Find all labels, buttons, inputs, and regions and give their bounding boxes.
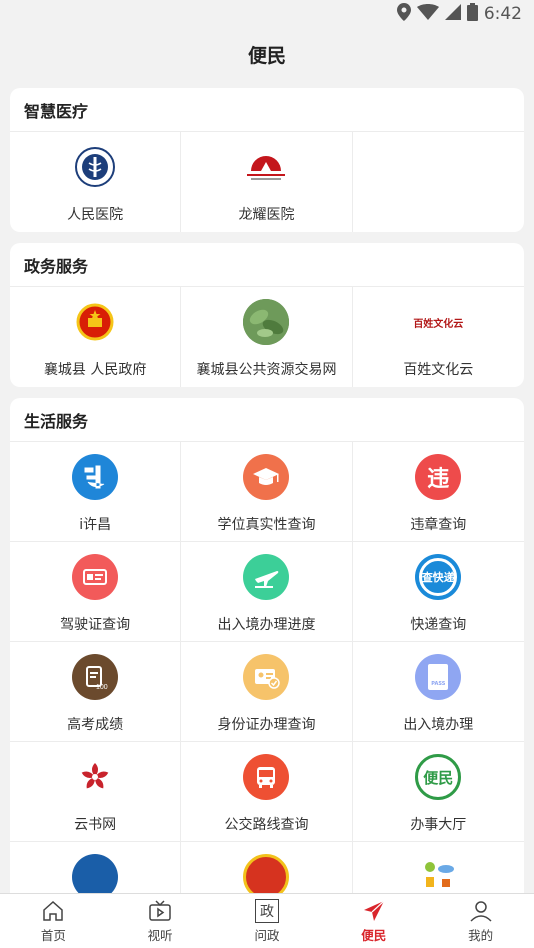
service-xiangcheng-government[interactable]: 襄城县 人民政府 <box>10 287 182 387</box>
content-scroll[interactable]: 智慧医疗 人民医院 龙耀医院 政务服务 襄城县 人民政府 襄城县公共资源交易网 … <box>0 80 534 893</box>
hospital-emblem-icon <box>72 144 118 190</box>
wifi-icon <box>416 3 439 25</box>
service-label: 襄城县公共资源交易网 <box>196 362 337 378</box>
partial-blue-logo-icon <box>72 854 119 893</box>
status-time: 6:42 <box>483 4 522 24</box>
svg-text:100: 100 <box>96 684 108 691</box>
section-government-services: 政务服务 襄城县 人民政府 襄城县公共资源交易网 百姓文化云 百姓文化云 <box>10 243 524 387</box>
service-label: 出入境办理进度 <box>217 617 316 633</box>
section-life-services: 生活服务 i许昌 学位真实性查询 违 违章查询 驾驶证查询 出入境办理进度 查快… <box>10 398 524 893</box>
baixing-culture-logo-icon: 百姓文化云 <box>413 299 464 345</box>
violation-icon: 违 <box>415 454 462 500</box>
leaf-photo-icon <box>243 299 290 345</box>
government-glyph: 政 <box>259 903 274 920</box>
service-label: 违章查询 <box>410 517 467 533</box>
service-label: 百姓文化云 <box>403 362 474 378</box>
section-smart-medical: 智慧医疗 人民医院 龙耀医院 <box>10 88 524 232</box>
service-label: 云书网 <box>74 817 117 833</box>
home-icon <box>43 900 64 921</box>
battery-icon <box>466 2 478 26</box>
tab-label: 便民 <box>361 927 387 943</box>
express-glyph: 查快递 <box>421 571 455 584</box>
service-label: 出入境办理 <box>403 717 474 733</box>
service-exit-entry[interactable]: PASS 出入境办理 <box>352 642 524 742</box>
bottom-tab-bar: 首页 视听 政 问政 便民 我的 <box>0 893 534 948</box>
service-service-hall[interactable]: 便民 办事大厅 <box>352 742 524 842</box>
service-longyao-hospital[interactable]: 龙耀医院 <box>181 132 353 232</box>
service-label: 快递查询 <box>410 617 467 633</box>
tv-icon <box>149 899 171 921</box>
page-title: 便民 <box>247 44 286 67</box>
yunshu-logo-icon <box>72 754 118 800</box>
service-label: 办事大厅 <box>410 817 467 833</box>
service-violation-query[interactable]: 违 违章查询 <box>352 442 524 542</box>
airplane-icon <box>243 554 290 600</box>
service-id-card-query[interactable]: 身份证办理查询 <box>181 642 353 742</box>
empty-cell <box>353 132 524 232</box>
id-card-icon <box>243 654 290 700</box>
service-partial-1[interactable] <box>10 842 182 893</box>
tab-label: 首页 <box>40 927 66 943</box>
service-yunshu[interactable]: 云书网 <box>10 742 182 842</box>
service-bus-route[interactable]: 公交路线查询 <box>181 742 353 842</box>
tab-label: 我的 <box>468 927 494 943</box>
graduation-cap-icon <box>243 454 290 500</box>
service-degree-verification[interactable]: 学位真实性查询 <box>181 442 353 542</box>
tab-government[interactable]: 政 问政 <box>214 898 320 944</box>
national-emblem-icon <box>72 299 118 345</box>
service-label: 公交路线查询 <box>224 817 309 833</box>
passport-glyph: PASS <box>431 681 446 687</box>
baixing-logo-text: 百姓文化云 <box>413 318 464 330</box>
location-icon <box>396 2 411 26</box>
section-title: 政务服务 <box>10 243 524 287</box>
tab-media[interactable]: 视听 <box>107 899 213 944</box>
partial-cartoon-icon <box>415 854 461 893</box>
service-label: 身份证办理查询 <box>217 717 316 733</box>
tab-label: 问政 <box>254 927 280 943</box>
section-title: 智慧医疗 <box>10 88 524 132</box>
service-gaokao-score[interactable]: 100 高考成绩 <box>10 642 182 742</box>
partial-exam-logo-icon <box>243 854 290 893</box>
service-partial-2[interactable] <box>181 842 353 893</box>
status-bar: 6:42 <box>0 0 534 28</box>
ixuchang-icon <box>72 454 119 500</box>
tab-profile[interactable]: 我的 <box>428 899 534 944</box>
signal-icon <box>444 3 461 25</box>
service-public-resource-trading[interactable]: 襄城县公共资源交易网 <box>181 287 353 387</box>
service-exit-entry-progress[interactable]: 出入境办理进度 <box>181 542 353 642</box>
express-search-icon: 查快递 <box>415 554 462 600</box>
passport-icon: PASS <box>415 654 462 700</box>
tab-home[interactable]: 首页 <box>0 899 106 944</box>
user-icon <box>470 900 492 922</box>
longyao-logo-icon <box>243 144 289 190</box>
driver-license-icon <box>72 554 119 600</box>
service-label: 人民医院 <box>67 207 124 223</box>
service-label: 驾驶证查询 <box>60 617 131 633</box>
service-label: 龙耀医院 <box>238 207 295 223</box>
bianmin-glyph: 便民 <box>423 768 454 787</box>
service-partial-3[interactable] <box>353 842 524 893</box>
service-label: i许昌 <box>79 517 112 533</box>
government-icon: 政 <box>254 898 279 923</box>
service-ixuchang[interactable]: i许昌 <box>10 442 182 542</box>
service-label: 襄城县 人民政府 <box>43 362 147 378</box>
service-driver-license[interactable]: 驾驶证查询 <box>10 542 182 642</box>
violation-glyph: 违 <box>427 467 450 492</box>
section-title: 生活服务 <box>10 398 524 442</box>
tab-convenience[interactable]: 便民 <box>321 899 427 944</box>
paper-plane-icon <box>363 900 385 921</box>
tab-label: 视听 <box>147 927 173 943</box>
bus-icon <box>243 754 290 800</box>
service-label: 高考成绩 <box>67 717 124 733</box>
service-express-query[interactable]: 查快递 快递查询 <box>352 542 524 642</box>
exam-score-icon: 100 <box>72 654 119 700</box>
service-baixing-culture-cloud[interactable]: 百姓文化云 百姓文化云 <box>353 287 524 387</box>
service-label: 学位真实性查询 <box>217 517 316 533</box>
bianmin-hall-icon: 便民 <box>415 754 462 800</box>
service-renmin-hospital[interactable]: 人民医院 <box>10 132 182 232</box>
